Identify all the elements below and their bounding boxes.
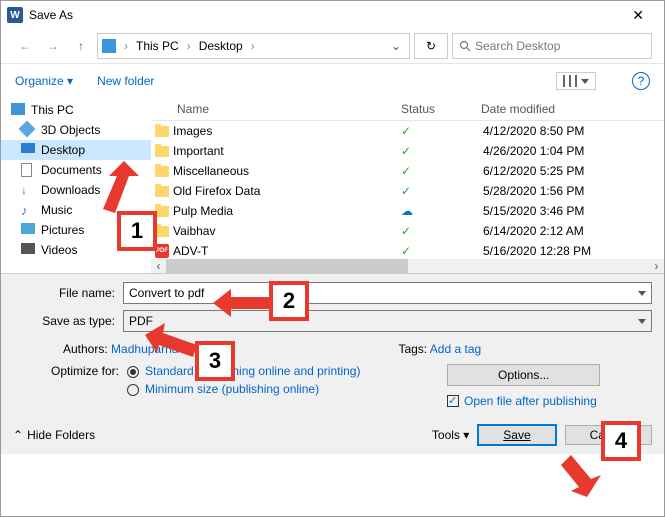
word-icon: W [7, 7, 23, 23]
tools-button[interactable]: Tools ▾ [432, 428, 469, 442]
file-row[interactable]: Vaibhav✓6/14/2020 2:12 AM [151, 221, 664, 241]
breadcrumb[interactable]: › This PC › Desktop › ⌄ [97, 33, 410, 59]
arrow-2 [213, 283, 273, 323]
filename-input[interactable]: Convert to pdf [123, 282, 652, 304]
callout-1: 1 [117, 211, 157, 251]
radio-minimum[interactable]: Minimum size (publishing online) [127, 382, 447, 396]
doc-icon [21, 163, 35, 177]
status-icon: ✓ [401, 224, 481, 238]
crumb1[interactable]: This PC [132, 39, 183, 53]
file-row[interactable]: Old Firefox Data✓5/28/2020 1:56 PM [151, 181, 664, 201]
new-folder-button[interactable]: New folder [97, 74, 154, 88]
folder-icon [151, 186, 173, 197]
pc-icon [102, 39, 116, 53]
3d-icon [21, 123, 35, 137]
file-row[interactable]: Pulp Media☁5/15/2020 3:46 PM [151, 201, 664, 221]
col-date[interactable]: Date modified [481, 102, 664, 116]
chevron-down-icon[interactable]: ⌄ [387, 39, 405, 53]
pc-icon [11, 103, 25, 117]
arrow-1 [89, 161, 149, 216]
status-icon: ✓ [401, 124, 481, 138]
callout-2: 2 [269, 281, 309, 321]
organize-button[interactable]: Organize ▾ [15, 74, 73, 88]
window-title: Save As [29, 8, 618, 22]
status-icon: ✓ [401, 164, 481, 178]
sidebar-item-desktop[interactable]: Desktop [1, 140, 151, 160]
status-icon: ☁ [401, 204, 481, 218]
col-name[interactable]: Name [151, 102, 401, 116]
folder-icon [151, 126, 173, 137]
file-list: Name Status Date modified Images✓4/12/20… [151, 98, 664, 273]
desktop-icon [21, 143, 35, 157]
refresh-icon[interactable]: ↻ [414, 33, 448, 59]
callout-4: 4 [601, 421, 641, 461]
bottom-panel: File name: Convert to pdf Save as type: … [1, 274, 664, 416]
tags-value[interactable]: Add a tag [430, 342, 481, 356]
footer: ⌃Hide Folders Tools ▾ Save Cancel [1, 416, 664, 454]
arrow-4 [541, 455, 603, 497]
tags-label: Tags: [398, 342, 427, 356]
title-bar: W Save As ✕ [1, 1, 664, 29]
vid-icon [21, 243, 35, 257]
options-button[interactable]: Options... [447, 364, 600, 386]
h-scrollbar[interactable]: ‹› [151, 259, 664, 273]
pic-icon [21, 223, 35, 237]
down-icon: ↓ [21, 183, 35, 197]
sidebar-item-this-pc[interactable]: This PC [1, 100, 151, 120]
command-bar: Organize ▾ New folder ? [1, 64, 664, 98]
up-icon[interactable]: ↑ [69, 34, 93, 58]
nav-bar: ← → ↑ › This PC › Desktop › ⌄ ↻ Search D… [1, 29, 664, 64]
arrow-3 [145, 323, 201, 367]
col-status[interactable]: Status [401, 102, 481, 116]
open-after-checkbox[interactable]: Open file after publishing [447, 394, 652, 408]
file-row[interactable]: Important✓4/26/2020 1:04 PM [151, 141, 664, 161]
folder-icon [151, 146, 173, 157]
authors-label: Authors: [63, 342, 108, 356]
back-icon[interactable]: ← [13, 34, 37, 58]
search-icon [459, 40, 471, 52]
status-icon: ✓ [401, 244, 481, 258]
callout-3: 3 [195, 341, 235, 381]
file-row[interactable]: Images✓4/12/2020 8:50 PM [151, 121, 664, 141]
column-headers[interactable]: Name Status Date modified [151, 98, 664, 121]
forward-icon: → [41, 34, 65, 58]
search-input[interactable]: Search Desktop [452, 33, 652, 59]
hide-folders-button[interactable]: ⌃Hide Folders [13, 428, 95, 442]
help-icon[interactable]: ? [632, 72, 650, 90]
folder-icon [151, 166, 173, 177]
save-button[interactable]: Save [477, 424, 556, 446]
savetype-dropdown[interactable]: PDF [123, 310, 652, 332]
file-row[interactable]: PDFADV-T✓5/16/2020 12:28 PM [151, 241, 664, 261]
crumb2[interactable]: Desktop [195, 39, 247, 53]
close-icon[interactable]: ✕ [618, 3, 658, 28]
savetype-label: Save as type: [13, 314, 123, 328]
sidebar-item-3d-objects[interactable]: 3D Objects [1, 120, 151, 140]
file-row[interactable]: Miscellaneous✓6/12/2020 5:25 PM [151, 161, 664, 181]
music-icon: ♪ [21, 203, 35, 217]
status-icon: ✓ [401, 184, 481, 198]
filename-label: File name: [13, 286, 123, 300]
status-icon: ✓ [401, 144, 481, 158]
view-button[interactable] [556, 72, 596, 90]
optimize-label: Optimize for: [47, 364, 127, 378]
